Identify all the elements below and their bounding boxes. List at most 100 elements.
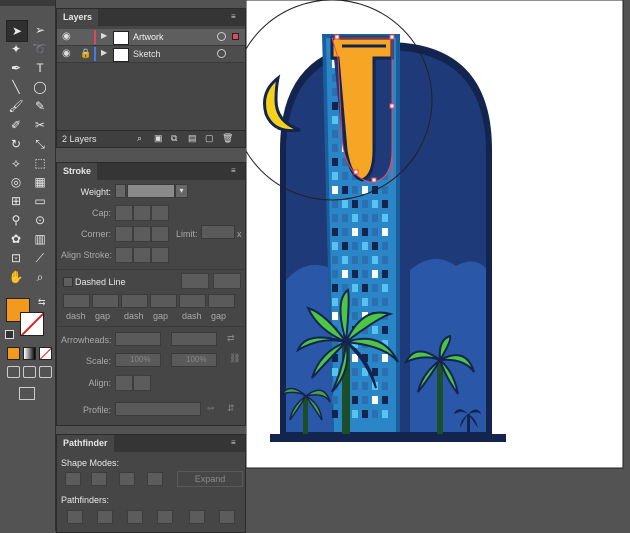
type-tool[interactable]: T <box>30 58 50 78</box>
canvas-area[interactable] <box>231 0 630 531</box>
panel-menu-icon[interactable]: ≡ <box>231 13 241 21</box>
layer-row-artwork[interactable]: ◉ ▶ Artwork <box>57 29 245 46</box>
minus-front-button[interactable] <box>91 472 107 486</box>
bevel-join-button[interactable] <box>151 226 169 242</box>
merge-button[interactable] <box>127 510 143 524</box>
align-outside-button[interactable] <box>151 247 169 263</box>
default-colors-icon[interactable] <box>5 330 14 339</box>
layer-name[interactable]: Sketch <box>133 49 161 59</box>
miter-join-button[interactable] <box>115 226 133 242</box>
screen-mode-icon[interactable] <box>19 387 35 400</box>
gradient-mode-icon[interactable] <box>23 347 36 360</box>
exclude-button[interactable] <box>147 472 163 486</box>
slice-tool[interactable]: ⟋ <box>30 248 50 268</box>
limit-input[interactable] <box>201 225 235 239</box>
start-arrowhead-select[interactable] <box>115 332 161 346</box>
blob-brush-tool[interactable]: ✐ <box>6 115 26 135</box>
projecting-cap-button[interactable] <box>151 205 169 221</box>
new-sublayer-icon[interactable]: ⧉ <box>171 133 177 144</box>
direct-selection-tool[interactable]: ➢ <box>30 20 50 40</box>
round-join-button[interactable] <box>133 226 151 242</box>
draw-behind-icon[interactable] <box>23 366 36 378</box>
weight-stepper[interactable] <box>115 184 126 198</box>
layer-row-sketch[interactable]: ◉ 🔒 ▶ Sketch <box>57 46 245 63</box>
free-transform-tool[interactable]: ⬚ <box>30 153 50 173</box>
lasso-tool[interactable]: ➰ <box>30 39 50 59</box>
eyedropper-tool[interactable]: ⚲ <box>6 210 26 230</box>
perspective-grid-tool[interactable]: ▦ <box>30 172 50 192</box>
ellipse-tool[interactable]: ◯ <box>30 77 50 97</box>
new-layer-icon[interactable]: ▤ <box>188 133 197 144</box>
pen-tool[interactable]: ✒ <box>6 58 26 78</box>
gap-input[interactable] <box>208 294 235 308</box>
expand-triangle-icon[interactable]: ▶ <box>101 48 107 57</box>
blend-tool[interactable]: ⊙ <box>30 210 50 230</box>
scissors-tool[interactable]: ✂ <box>30 115 50 135</box>
stroke-tab[interactable]: Stroke <box>57 163 98 180</box>
swap-arrowheads-icon[interactable]: ⇄ <box>227 333 235 344</box>
divide-button[interactable] <box>67 510 83 524</box>
color-mode-icon[interactable] <box>7 347 20 360</box>
gap-input[interactable] <box>150 294 177 308</box>
expand-triangle-icon[interactable]: ▶ <box>101 31 107 40</box>
stroke-swatch[interactable] <box>20 312 44 336</box>
width-tool[interactable]: ⟡ <box>6 153 26 173</box>
panel-menu-icon[interactable]: ≡ <box>231 167 241 175</box>
column-graph-tool[interactable]: ▥ <box>30 229 50 249</box>
pencil-tool[interactable]: ✎ <box>30 96 50 116</box>
none-mode-icon[interactable] <box>39 347 52 360</box>
lock-icon[interactable]: 🔒 <box>80 48 91 59</box>
arrow-extend-button[interactable] <box>115 375 133 391</box>
dash-input[interactable] <box>63 294 90 308</box>
weight-dropdown-icon[interactable]: ▾ <box>175 184 188 198</box>
layer-name[interactable]: Artwork <box>133 32 164 42</box>
draw-normal-icon[interactable] <box>7 366 20 378</box>
link-scale-icon[interactable]: ⛓ <box>229 353 240 364</box>
dash-input[interactable] <box>179 294 206 308</box>
locate-object-icon[interactable]: ⌕ <box>137 133 142 144</box>
new-layer-icon-2[interactable]: ▢ <box>205 133 214 144</box>
intersect-button[interactable] <box>119 472 135 486</box>
round-cap-button[interactable] <box>133 205 151 221</box>
swap-fill-stroke-icon[interactable]: ⇆ <box>38 297 46 308</box>
target-icon[interactable] <box>217 49 226 58</box>
preserve-dash-button[interactable] <box>181 273 209 289</box>
mesh-tool[interactable]: ⊞ <box>6 191 26 211</box>
gradient-tool[interactable]: ▭ <box>30 191 50 211</box>
symbol-sprayer-tool[interactable]: ✿ <box>6 229 26 249</box>
start-scale-input[interactable]: 100% <box>115 353 161 367</box>
scale-tool[interactable]: ⤡ <box>30 134 50 154</box>
artboard-tool[interactable]: ⊡ <box>6 248 26 268</box>
unite-button[interactable] <box>65 472 81 486</box>
trim-button[interactable] <box>97 510 113 524</box>
magic-wand-tool[interactable]: ✦ <box>6 39 26 59</box>
make-clipping-mask-icon[interactable]: ▣ <box>154 133 163 144</box>
gap-input[interactable] <box>92 294 119 308</box>
minus-back-button[interactable] <box>219 510 235 524</box>
expand-button[interactable]: Expand <box>177 471 243 487</box>
outline-button[interactable] <box>189 510 205 524</box>
flip-along-icon[interactable]: ⇿ <box>207 403 215 414</box>
dashed-line-checkbox[interactable] <box>63 277 73 287</box>
line-tool[interactable]: ╲ <box>6 77 26 97</box>
align-inside-button[interactable] <box>133 247 151 263</box>
crop-button[interactable] <box>157 510 173 524</box>
flip-across-icon[interactable]: ⇵ <box>227 403 235 414</box>
paintbrush-tool[interactable]: 🖌 <box>6 96 26 116</box>
zoom-tool[interactable]: ⌕ <box>30 267 50 287</box>
end-scale-input[interactable]: 100% <box>171 353 217 367</box>
layers-tab[interactable]: Layers <box>57 9 99 26</box>
target-icon[interactable] <box>217 32 226 41</box>
arrow-place-button[interactable] <box>133 375 151 391</box>
trash-icon[interactable]: 🗑 <box>222 133 233 144</box>
align-dash-button[interactable] <box>213 273 241 289</box>
shape-builder-tool[interactable]: ◎ <box>6 172 26 192</box>
eye-icon[interactable]: ◉ <box>62 31 71 42</box>
eye-icon[interactable]: ◉ <box>62 48 71 59</box>
pathfinder-tab[interactable]: Pathfinder <box>57 435 114 452</box>
dash-input[interactable] <box>121 294 148 308</box>
rotate-tool[interactable]: ↻ <box>6 134 26 154</box>
align-center-button[interactable] <box>115 247 133 263</box>
hand-tool[interactable]: ✋ <box>6 267 26 287</box>
profile-select[interactable] <box>115 402 201 416</box>
